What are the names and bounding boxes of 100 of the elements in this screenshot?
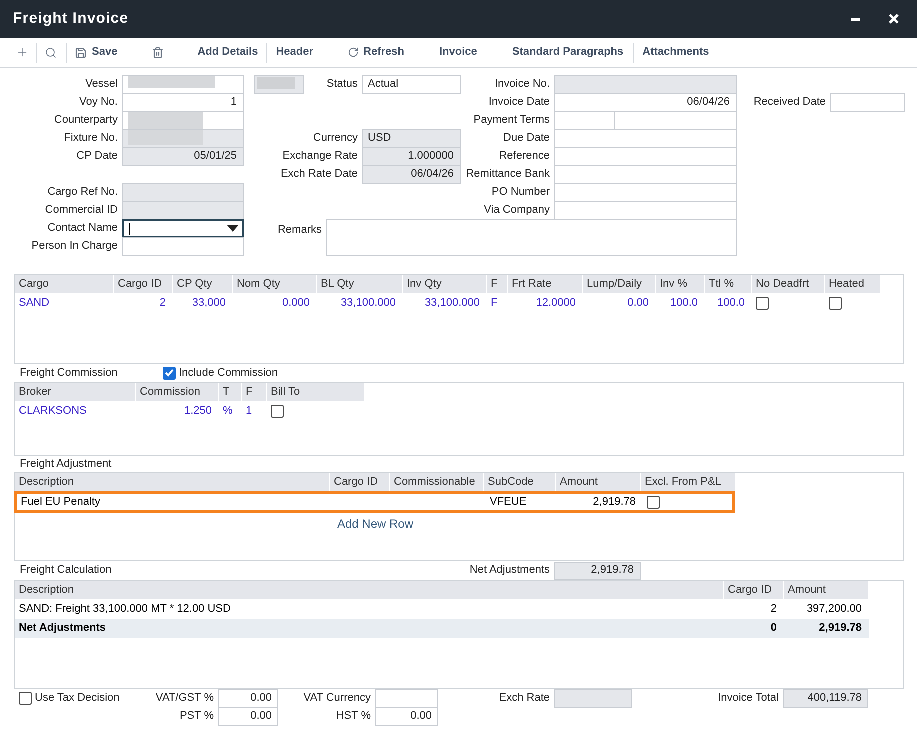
input-field[interactable]	[554, 147, 737, 166]
field-label: Invoice Date	[488, 95, 550, 110]
save-icon	[75, 46, 87, 58]
input-field[interactable]	[554, 165, 737, 184]
column-header: Broker	[15, 383, 136, 401]
table-cell-text: SAND: Freight 33,100.000 MT * 12.00 USD	[18, 602, 232, 618]
table-cell-text: %	[222, 404, 234, 419]
field-label: Remarks	[278, 223, 322, 238]
input-field[interactable]: 0.00	[218, 689, 278, 708]
table-cell-text: 0.00	[626, 296, 650, 311]
column-header: Inv %	[656, 275, 705, 293]
input-field[interactable]: 06/04/26	[362, 165, 461, 184]
input-field[interactable]	[122, 129, 244, 148]
table-cell-text: 2,919.78	[818, 621, 863, 636]
field-label: Due Date	[504, 131, 550, 146]
table-cell-text: CLARKSONS	[18, 404, 88, 419]
column-header: Cargo ID	[114, 275, 173, 293]
checkbox[interactable]	[647, 496, 660, 508]
field-label: Person In Charge	[32, 239, 118, 254]
column-header: Ttl %	[705, 275, 752, 293]
column-header: Description	[15, 473, 330, 491]
plus-icon	[16, 46, 29, 59]
close-icon	[889, 14, 899, 24]
input-field[interactable]: 2,919.78	[554, 562, 641, 580]
checkbox[interactable]	[19, 692, 32, 705]
input-field[interactable]	[554, 129, 737, 148]
input-field[interactable]	[122, 183, 244, 202]
delete-button[interactable]	[152, 46, 164, 58]
checkbox[interactable]	[829, 296, 842, 310]
field-label: Exch Rate	[499, 691, 550, 706]
column-header: Cargo	[15, 275, 114, 293]
input-field[interactable]	[830, 93, 905, 112]
checkbox-label: Include Commission	[179, 366, 278, 381]
field-label: Invoice Total	[718, 691, 779, 706]
column-header: CP Qty	[173, 275, 233, 293]
input-field[interactable]: 1	[122, 93, 244, 112]
checkbox[interactable]	[756, 296, 769, 310]
input-field[interactable]: 0.00	[218, 707, 278, 726]
add-row-link[interactable]: Add New Row	[337, 515, 414, 533]
add-button[interactable]	[16, 46, 29, 59]
input-field[interactable]: 400,119.78	[783, 689, 868, 708]
input-field[interactable]	[122, 75, 244, 94]
column-header: T	[219, 383, 242, 401]
toolbar-button[interactable]: Save	[75, 44, 118, 61]
input-field[interactable]	[554, 75, 737, 94]
input-field[interactable]: 06/04/26	[554, 93, 737, 112]
input-field[interactable]: Actual	[362, 75, 461, 94]
toolbar-button[interactable]: Add Details	[198, 44, 258, 61]
dropdown-field[interactable]	[122, 219, 244, 238]
remarks-field[interactable]	[326, 219, 737, 256]
input-field[interactable]	[122, 111, 244, 130]
checkbox[interactable]	[271, 404, 284, 418]
field-label: VAT/GST %	[156, 691, 214, 706]
table-cell-text: SAND	[18, 296, 51, 311]
toolbar-button[interactable]: Attachments	[642, 44, 710, 61]
field-label: Remittance Bank	[466, 167, 550, 182]
field-label: VAT Currency	[304, 691, 371, 706]
input-field[interactable]	[554, 183, 737, 202]
field-label: Counterparty	[54, 113, 118, 128]
table-cell-text: 2,919.78	[592, 494, 637, 510]
input-field[interactable]	[122, 201, 244, 220]
checkbox[interactable]	[163, 366, 176, 380]
input-field[interactable]: 1.000000	[362, 147, 461, 166]
table-cell-text: Fuel EU Penalty	[20, 494, 102, 510]
column-header: Amount	[784, 581, 869, 599]
table-cell-text: VFEUE	[489, 494, 528, 510]
field-label: Contact Name	[48, 221, 118, 236]
toolbar-button[interactable]: Refresh	[348, 44, 404, 61]
input-field[interactable]	[375, 689, 438, 708]
toolbar-button[interactable]: Standard Paragraphs	[512, 44, 624, 61]
column-header: F	[242, 383, 267, 401]
field-label: Currency	[313, 131, 358, 146]
input-field[interactable]	[122, 237, 244, 256]
input-field[interactable]	[254, 75, 304, 94]
table-cell-text: 100.0	[669, 296, 699, 311]
dropdown-caret-icon	[227, 225, 239, 232]
section-title: Freight Commission	[20, 366, 118, 379]
search-button[interactable]	[45, 46, 57, 58]
toolbar-button[interactable]: Invoice	[439, 44, 478, 61]
field-label: Exchange Rate	[282, 149, 358, 164]
field-label: Invoice No.	[494, 77, 550, 92]
table-cell-text: F	[490, 296, 499, 311]
column-header: F	[487, 275, 508, 293]
field-label: Exch Rate Date	[280, 167, 358, 182]
input-field[interactable]	[554, 689, 632, 708]
section-title: Freight Calculation	[20, 564, 112, 576]
input-field[interactable]: USD	[362, 129, 461, 148]
column-header: Nom Qty	[233, 275, 317, 293]
table-cell-text: 12.0000	[535, 296, 577, 311]
section-title: Freight Adjustment	[20, 456, 112, 472]
input-field[interactable]	[554, 201, 737, 220]
table-cell-text: 1	[245, 404, 254, 419]
input-field[interactable]: 05/01/25	[122, 147, 244, 166]
table-cell-text: 0.000	[281, 296, 311, 311]
toolbar-button[interactable]: Header	[276, 44, 314, 61]
column-header: Heated	[825, 275, 881, 293]
column-header: Commission	[136, 383, 219, 401]
table-cell-text: 1.250	[183, 404, 213, 419]
field-label: PO Number	[492, 185, 550, 200]
input-field[interactable]: 0.00	[375, 707, 438, 726]
